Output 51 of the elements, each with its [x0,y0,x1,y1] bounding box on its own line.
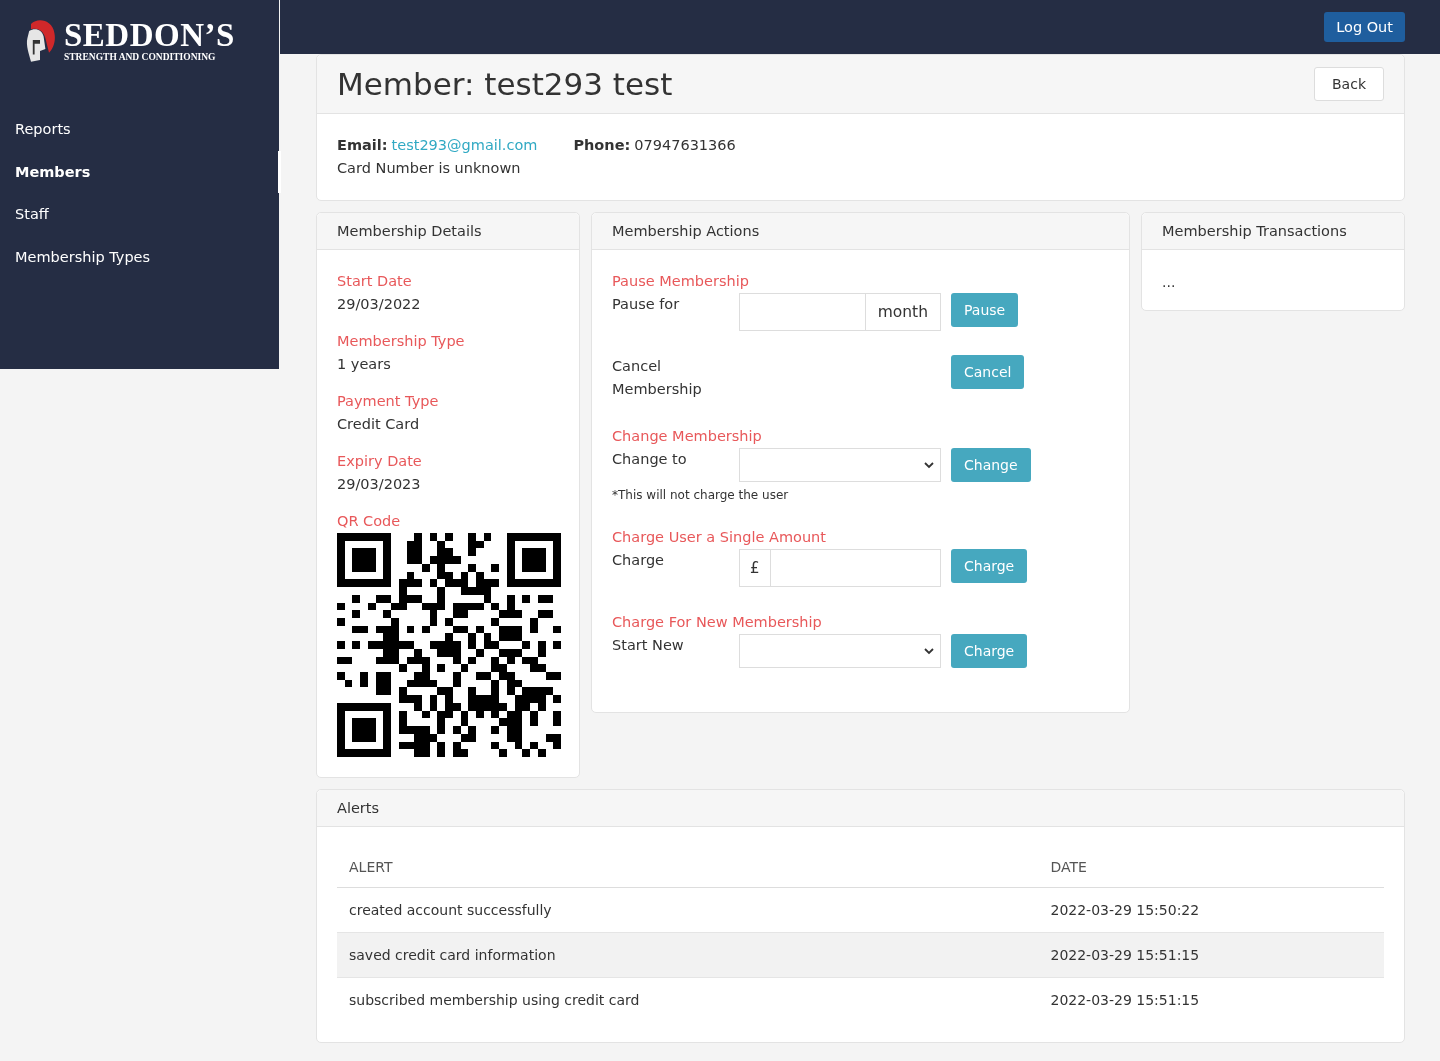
back-button[interactable]: Back [1314,67,1384,101]
caret-icon [924,461,934,469]
action-heading: Charge For New Membership [612,613,823,632]
select-field[interactable] [739,448,941,482]
card-title: Membership Details [317,213,579,250]
number-field[interactable] [739,293,866,331]
table-cell: saved credit card information [337,932,1039,978]
field-label: QR Code [337,512,402,531]
email-label: Email: [337,137,388,153]
action-label: Cancel Membership [612,357,703,399]
field-label: Membership Type [337,332,466,351]
note-text: *This will not charge the user [612,488,790,502]
currency-label: £ [739,549,770,587]
action-heading: Charge User a Single Amount [612,528,827,547]
phone-label: Phone: [573,137,631,153]
unit-label: month [865,293,941,331]
phone-value: 07947631366 [634,137,736,153]
nav-item[interactable]: Members [0,150,281,193]
action-heading: Pause Membership [612,272,750,291]
table-cell: subscribed membership using credit card [337,977,1039,1022]
field-value: 29/03/2022 [337,295,422,314]
field-value: 1 years [337,355,392,374]
placeholder-text: ... [1162,273,1177,290]
field-value: Credit Card [337,415,421,434]
field-value: 29/03/2023 [337,475,422,494]
table-cell: 2022-03-29 15:51:15 [1038,932,1384,978]
action-label: Pause for [612,295,681,314]
select-field[interactable] [739,634,941,668]
logo-title: SEDDON’S [64,18,235,52]
nav-item[interactable]: Staff [0,193,279,236]
column-header: DATE [1038,847,1384,888]
table-cell: 2022-03-29 15:51:15 [1038,977,1384,1022]
action-heading: Change Membership [612,427,763,446]
amount-field[interactable] [769,549,941,587]
card-title: Alerts [317,790,1404,827]
field-label: Start Date [337,272,413,291]
action-label: Change to [612,450,688,469]
action-label: Start New [612,636,685,655]
logo-subtitle: STRENGTH AND CONDITIONING [64,52,217,62]
nav-item[interactable]: Membership Types [0,235,279,278]
field-label: Payment Type [337,392,440,411]
log-out-button[interactable]: Log Out [1324,12,1405,42]
card-title: Membership Actions [592,213,1129,250]
member-title: Member: test293 test [337,66,673,102]
action-label: Charge [612,551,666,570]
card-title: Membership Transactions [1142,213,1404,250]
column-header: ALERT [337,847,1039,888]
field-label: Expiry Date [337,452,423,471]
nav-item[interactable]: Reports [0,108,279,151]
caret-icon [924,647,934,655]
card-number-text: Card Number is unknown [337,159,522,178]
